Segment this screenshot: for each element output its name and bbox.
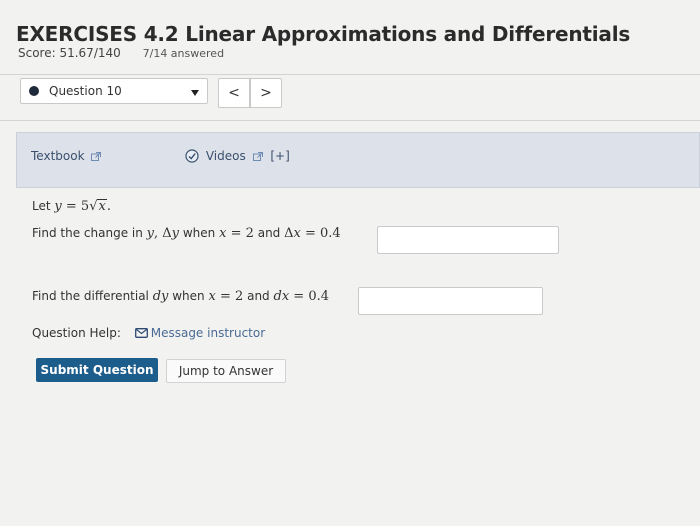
message-instructor-link[interactable]: Message instructor (134, 326, 266, 340)
divider (0, 120, 700, 121)
videos-link[interactable]: Videos [+] (185, 149, 290, 163)
score-line: Score: 51.67/140 7/14 answered (18, 46, 224, 60)
change-answer-input[interactable] (377, 226, 559, 254)
question-part-2: Find the differential dy when x = 2 and … (32, 289, 329, 304)
differential-answer-input[interactable] (358, 287, 543, 315)
divider (0, 74, 700, 75)
score-text: Score: 51.67/140 (18, 46, 121, 60)
question-part-1: Find the change in y, Δy when x = 2 and … (32, 226, 341, 241)
prev-question-button[interactable]: < (218, 78, 250, 108)
question-help-label: Question Help: (32, 326, 121, 340)
textbook-label: Textbook (31, 149, 85, 163)
caret-down-icon (191, 90, 199, 96)
videos-label: Videos (205, 149, 246, 163)
question-help: Question Help: Message instructor (32, 326, 265, 340)
submit-question-button[interactable]: Submit Question (36, 358, 158, 382)
message-instructor-label: Message instructor (150, 326, 266, 340)
textbook-link[interactable]: Textbook (31, 149, 102, 163)
status-dot-icon (29, 86, 39, 96)
jump-to-answer-button[interactable]: Jump to Answer (166, 359, 286, 383)
expand-videos-button[interactable]: [+] (270, 149, 289, 163)
external-link-icon (252, 152, 263, 161)
external-link-icon (91, 152, 102, 161)
question-select[interactable]: Question 10 (20, 78, 208, 104)
answered-count: 7/14 answered (142, 47, 225, 60)
function-expression: y = 5√x. (54, 199, 111, 214)
page-title: EXERCISES 4.2 Linear Approximations and … (16, 22, 631, 46)
problem-statement: Let y = 5√x. (32, 199, 111, 214)
mail-icon (134, 328, 148, 338)
question-select-label: Question 10 (49, 84, 122, 98)
next-question-button[interactable]: > (250, 78, 282, 108)
video-icon (185, 149, 199, 163)
resources-toolbar: Textbook Videos [+] (16, 132, 700, 188)
